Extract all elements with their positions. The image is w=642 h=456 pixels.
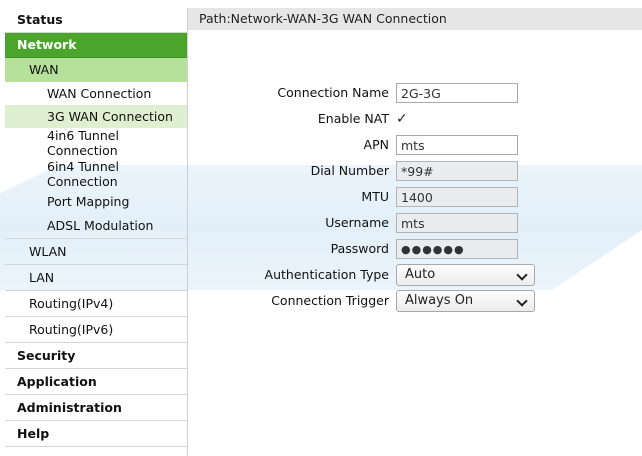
nav-6in4-tunnel[interactable]: 6in4 Tunnel Connection [5,159,187,190]
nav-wlan[interactable]: WLAN [5,239,187,265]
enable-nat-checkbox[interactable]: ✓ [396,106,408,132]
dial-number-input[interactable] [396,161,518,181]
auth-type-label: Authentication Type [264,267,389,282]
row-mtu: MTU [188,184,642,210]
nav-routing-ipv6[interactable]: Routing(IPv6) [5,317,187,343]
nav-6in4-line1: 6in4 Tunnel [47,159,119,174]
nav-wan[interactable]: WAN [5,58,187,82]
row-connection-name: Connection Name [188,80,642,106]
connection-name-label: Connection Name [277,85,389,100]
nav-4in6-tunnel[interactable]: 4in6 Tunnel Connection [5,128,187,159]
connection-trigger-select[interactable]: Always On [396,290,535,312]
username-input[interactable] [396,213,518,233]
row-dial-number: Dial Number [188,158,642,184]
wan-3g-form: Connection Name Enable NAT ✓ APN Dial Nu… [188,80,642,314]
nav-administration[interactable]: Administration [5,395,187,421]
mtu-input[interactable] [396,187,518,207]
mtu-label: MTU [361,189,389,204]
dial-number-label: Dial Number [310,163,389,178]
connection-name-input[interactable] [396,83,518,103]
row-connection-trigger: Connection Trigger Always On [188,288,642,314]
row-password: Password [188,236,642,262]
row-apn: APN [188,132,642,158]
username-label: Username [325,215,389,230]
auth-type-value: Auto [405,267,436,282]
row-enable-nat: Enable NAT ✓ [188,106,642,132]
sidebar: Status Network WAN WAN Connection 3G WAN… [5,8,188,456]
apn-label: APN [363,137,389,152]
nav-6in4-line2: Connection [47,174,118,189]
nav-wan-connection[interactable]: WAN Connection [5,82,187,105]
row-auth-type: Authentication Type Auto [188,262,642,288]
enable-nat-label: Enable NAT [317,111,389,126]
nav-status[interactable]: Status [5,8,187,33]
nav-port-mapping[interactable]: Port Mapping [5,190,187,213]
chevron-down-icon [516,295,528,307]
auth-type-select[interactable]: Auto [396,264,535,286]
nav-4in6-line1: 4in6 Tunnel [47,128,119,143]
nav-routing-ipv4[interactable]: Routing(IPv4) [5,291,187,317]
row-username: Username [188,210,642,236]
nav-4in6-line2: Connection [47,143,118,158]
password-label: Password [330,241,389,256]
apn-input[interactable] [396,135,518,155]
connection-trigger-value: Always On [405,293,474,308]
nav-security[interactable]: Security [5,343,187,369]
nav-lan[interactable]: LAN [5,265,187,291]
connection-trigger-label: Connection Trigger [271,293,389,308]
nav-3g-wan-connection[interactable]: 3G WAN Connection [5,105,187,128]
breadcrumb: Path:Network-WAN-3G WAN Connection [188,8,642,30]
nav-application[interactable]: Application [5,369,187,395]
nav-network[interactable]: Network [5,33,187,58]
password-input[interactable] [396,239,518,259]
nav-help[interactable]: Help [5,421,187,447]
nav-adsl-modulation[interactable]: ADSL Modulation [5,213,187,239]
chevron-down-icon [516,269,528,281]
